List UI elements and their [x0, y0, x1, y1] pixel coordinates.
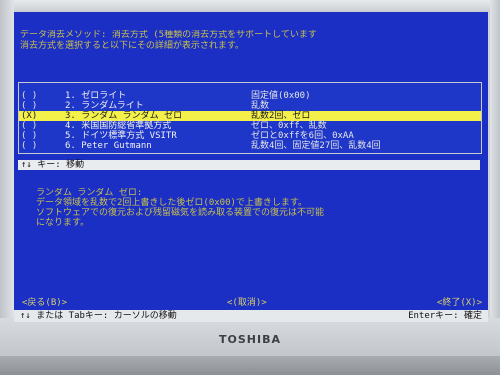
keyboard-edge — [0, 356, 500, 375]
brand-logo: TOSHIBA — [219, 333, 281, 346]
back-button[interactable]: <戻る(B)> — [22, 295, 67, 308]
description-line-2: ソフトウェアでの復元および残留磁気を読み取る装置での復元は不可能 — [36, 208, 325, 218]
radio-indicator: ( ) — [21, 101, 38, 111]
method-option-5[interactable]: ( ) 5. ドイツ標準方式 VSITR ゼロと0xffを6回、0xAA — [19, 131, 481, 141]
method-option-1[interactable]: ( ) 1. ゼロライト 固定値(0x00) — [19, 91, 481, 101]
method-option-2[interactable]: ( ) 2. ランダムライト 乱数 — [19, 101, 481, 111]
footer-navigation-hint: ↑↓ または Tabキー: カーソルの移動 — [20, 311, 177, 321]
method-detail: 乱数 — [251, 101, 270, 111]
method-option-4[interactable]: ( ) 4. 米国国防総省準拠方式 ゼロ、0xff、乱数 — [19, 121, 481, 131]
bios-screen: データ消去メソッド: 消去方式 (5種類の消去方式をサポートしています 消去方式… — [14, 12, 488, 322]
description-title: ランダム ランダム ゼロ: — [36, 188, 143, 198]
method-detail: 固定値(0x00) — [251, 91, 311, 101]
method-name: 1. ゼロライト — [65, 91, 127, 101]
method-name: 2. ランダムライト — [65, 101, 144, 111]
description-line-3: になります。 — [36, 218, 90, 228]
radio-indicator: ( ) — [21, 91, 38, 101]
erase-method-list: ( ) 1. ゼロライト 固定値(0x00) ( ) 2. ランダムライト 乱数… — [18, 82, 482, 154]
radio-indicator: ( ) — [21, 121, 38, 131]
description-line-1: データ領域を乱数で2回上書きした後ゼロ(0x00)で上書きします。 — [36, 198, 308, 208]
bezel-left — [0, 0, 14, 330]
finish-button[interactable]: <終了(X)> — [437, 295, 482, 308]
method-description: ランダム ランダム ゼロ: データ領域を乱数で2回上書きした後ゼロ(0x00)で… — [36, 188, 476, 228]
radio-indicator: (X) — [21, 111, 38, 121]
header-line-2: 消去方式を選択すると以下にその詳細が表示されます。 — [20, 41, 244, 51]
method-option-6[interactable]: ( ) 6. Peter Gutmann 乱数4回、固定値27回、乱数4回 — [19, 141, 481, 151]
method-name: 6. Peter Gutmann — [65, 141, 152, 151]
method-detail: ゼロと0xffを6回、0xAA — [251, 131, 354, 141]
method-option-3[interactable]: (X) 3. ランダム ランダム ゼロ 乱数2回、ゼロ — [19, 111, 481, 121]
method-detail: 乱数4回、固定値27回、乱数4回 — [251, 141, 381, 151]
key-hint-text: ↑↓ キー: 移動 — [21, 160, 85, 170]
method-detail: 乱数2回、ゼロ — [251, 111, 311, 121]
method-name: 5. ドイツ標準方式 VSITR — [65, 131, 177, 141]
footer-status-bar: ↑↓ または Tabキー: カーソルの移動 Enterキー: 確定 — [14, 310, 488, 322]
header: データ消去メソッド: 消去方式 (5種類の消去方式をサポートしています 消去方式… — [20, 30, 480, 52]
header-line-1: データ消去メソッド: 消去方式 (5種類の消去方式をサポートしています — [20, 30, 317, 40]
method-name: 3. ランダム ランダム ゼロ — [65, 111, 183, 121]
footer-enter-hint: Enterキー: 確定 — [408, 311, 482, 321]
method-name: 4. 米国国防総省準拠方式 — [65, 121, 172, 131]
radio-indicator: ( ) — [21, 141, 38, 151]
method-detail: ゼロ、0xff、乱数 — [251, 121, 327, 131]
key-hint-bar: ↑↓ キー: 移動 — [18, 160, 480, 170]
bezel-top — [0, 0, 500, 12]
cancel-button[interactable]: <(取消)> — [227, 295, 267, 308]
bezel-right — [490, 0, 500, 330]
radio-indicator: ( ) — [21, 131, 38, 141]
